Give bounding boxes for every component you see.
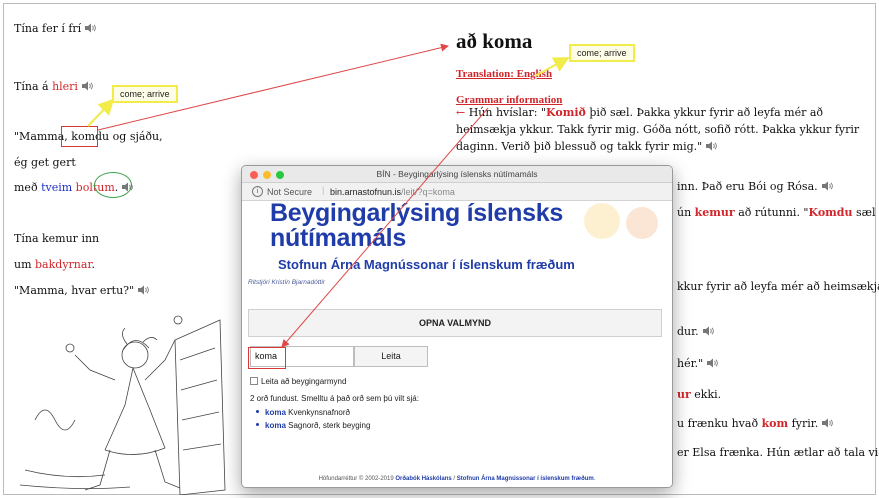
open-menu-button[interactable]: OPNA VALMYND [248,309,662,337]
result-word[interactable]: koma [265,408,286,417]
security-label: Not Secure [267,187,313,197]
story-text: hér." [677,357,704,370]
footer-link[interactable]: Orðabók Háskólans [395,476,451,482]
story-text: u frænku hvað [677,417,762,430]
word-story-paragraph: ← Hún hvíslar: "Komið þið sæl. Þakka ykk… [456,104,873,155]
bullet-icon [256,423,259,426]
speaker-icon[interactable] [705,141,718,151]
checkbox-box[interactable] [250,377,258,385]
site-heading-line2: nútímamáls [270,224,406,252]
footer-text: Höfundarréttur © 2002-2019 [318,476,396,482]
story-line: Tína kemur inn [14,232,99,246]
footer-text: . [593,476,596,482]
inflection-search-checkbox[interactable]: Leita að beygingarmynd [250,377,346,386]
story-line: Tína fer í frí [14,22,97,36]
glossed-word[interactable]: Komdu [809,206,853,219]
speaker-icon[interactable] [821,418,834,428]
glossed-word[interactable]: bakdyrnar [35,258,91,271]
highlight-ring [94,172,132,198]
story-text: að rútunni. " [734,206,809,219]
speaker-icon[interactable] [137,285,149,295]
story-line: u frænku hvað kom fyrir. [677,417,834,430]
back-arrow-icon[interactable]: ← [456,106,465,119]
window-title: BÍN - Beygingarlýsing íslensks nútímamál… [376,169,538,179]
story-text: Hún hvíslar: " [465,106,547,119]
result-item[interactable]: koma Sagnorð, sterk beyging [256,421,370,430]
browser-window: BÍN - Beygingarlýsing íslensks nútímamál… [241,165,673,488]
site-logo-watermark [584,203,658,239]
story-line: Tína á hleri [14,80,93,94]
story-line: ur ekki. [677,388,721,401]
result-item[interactable]: koma Kvenkynsnafnorð [256,408,350,417]
bullet-icon [256,410,259,413]
story-line: hér." [677,357,719,370]
story-text: og sjáðu, [109,130,163,143]
results-summary: 2 orð fundust. Smelltu á það orð sem þú … [250,394,419,403]
window-titlebar: BÍN - Beygingarlýsing íslensks nútímamál… [242,166,672,183]
story-text: ún [677,206,695,219]
story-text: með [14,181,42,194]
glossed-word[interactable]: Komið [546,106,586,119]
result-word[interactable]: koma [265,421,286,430]
editor-credit: Ritstjóri Kristín Bjarnadóttir [248,279,325,286]
speaker-icon[interactable] [702,326,714,336]
bin-page: Beygingarlýsing íslensks nútímamáls Stof… [242,201,672,487]
url-text[interactable]: bin.arnastofnun.is/leit/?q=koma [330,187,455,197]
story-text: dur. [677,325,699,338]
site-heading-line1: Beygingarlýsing íslensks [270,199,563,227]
glossed-word[interactable]: tveim [41,181,72,194]
story-text: ég get gert [14,156,76,169]
glossed-word[interactable]: ur [677,388,691,401]
checkbox-label: Leita að beygingarmynd [261,377,347,386]
story-line: um bakdyrnar. [14,258,95,272]
separator: | [322,185,325,195]
highlight-box [248,347,286,369]
story-line: dur. [677,325,714,338]
story-text: . [91,258,96,271]
story-line: ég get gert [14,156,76,170]
translation-link[interactable]: Translation: English [456,68,552,80]
speaker-icon[interactable] [81,81,93,91]
speaker-icon[interactable] [706,358,719,368]
story-text: fyrir. [788,417,819,430]
glossed-word[interactable]: kemur [695,206,735,219]
search-button[interactable]: Leita [354,346,428,367]
speaker-icon[interactable] [84,23,97,33]
story-text: um [14,258,36,271]
highlight-box [61,126,98,147]
illustration-sketch [19,315,226,495]
info-icon[interactable]: i [252,186,263,197]
result-desc: Sagnorð, sterk beyging [288,421,371,430]
story-text: Tína fer í frí [14,22,82,35]
story-text: Tína á [14,80,53,93]
story-line: ún kemur að rútunni. "Komdu sæl Tína og [677,206,879,219]
glossed-word[interactable]: kom [762,417,789,430]
site-heading: Beygingarlýsing íslensks nútímamáls [270,201,563,251]
story-line: "Mamma, hvar ertu?" [14,284,149,298]
story-text: sæl Tína og [855,206,879,219]
story-text: inn. Það eru Bói og Rósa. [677,180,818,193]
story-text: "Mamma, hvar ertu?" [14,284,135,297]
tooltip-gloss: come; arrive [569,44,635,62]
story-text: er Elsa frænka. Hún ætlar að tala við þi… [677,446,879,459]
site-subheading: Stofnun Árna Magnússonar í íslenskum fræ… [278,257,575,272]
tooltip-gloss: come; arrive [112,85,178,103]
story-text: ekki. [690,388,722,401]
footer-link[interactable]: Stofnun Árna Magnússonar í íslenskum fræ… [457,476,594,482]
story-text: kkur fyrir að leyfa mér að heimsækja [677,280,879,293]
word-title: að koma [456,29,533,53]
speaker-icon[interactable] [821,181,833,191]
story-line: kkur fyrir að leyfa mér að heimsækja [677,280,879,293]
story-line: er Elsa frænka. Hún ætlar að tala við þi… [677,446,879,459]
story-line: inn. Það eru Bói og Rósa. [677,180,833,193]
page-footer: Höfundarréttur © 2002-2019 Orðabók Háskó… [242,476,672,482]
result-desc: Kvenkynsnafnorð [288,408,350,417]
story-text: Tína kemur inn [14,232,100,245]
glossed-word[interactable]: hleri [52,80,78,93]
url-path: /leit/?q=koma [401,187,455,197]
url-host: bin.arnastofnun.is [330,187,402,197]
